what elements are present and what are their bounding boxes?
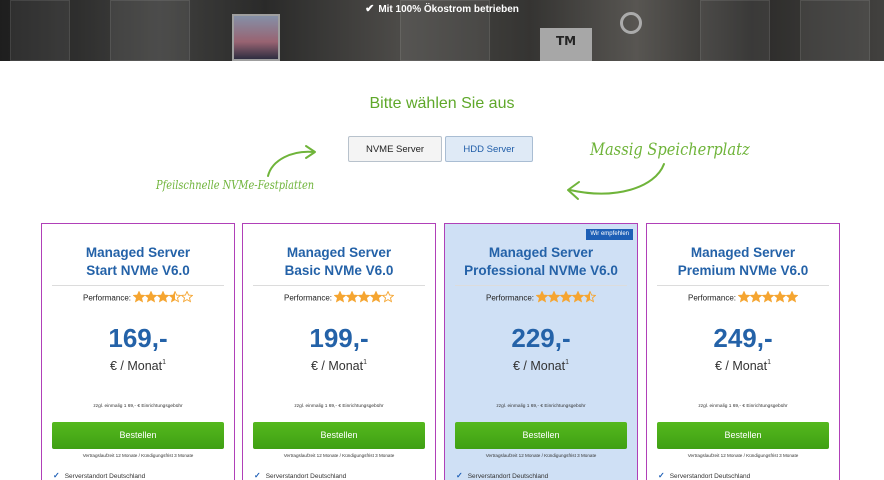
order-button[interactable]: Bestellen	[52, 422, 224, 449]
plan-title: Managed Server Start NVMe V6.0	[42, 244, 234, 280]
annotation-storage: Massig Speicherplatz	[590, 140, 750, 160]
setup-fee-note: zzgl. einmalig 1 69,- € Einrichtungsgebü…	[496, 404, 586, 409]
plan-price: 249,-	[713, 323, 773, 353]
divider	[455, 285, 627, 286]
performance-rating: Performance:	[647, 291, 839, 306]
star-icon	[584, 291, 597, 303]
plan-title-line1: Managed Server	[286, 245, 392, 260]
star-icon	[762, 291, 775, 303]
price-unit: € / Monat1	[714, 359, 772, 373]
star-icon	[169, 291, 182, 303]
star-icon	[560, 291, 573, 303]
divider	[52, 285, 224, 286]
plan-card-professional: Wir empfehlen Managed Server Professional …	[444, 223, 638, 480]
rating-stars	[536, 291, 597, 306]
star-icon	[548, 291, 561, 303]
check-icon: ✓	[254, 471, 261, 480]
plan-title-line1: Managed Server	[488, 245, 594, 260]
star-icon	[334, 291, 347, 303]
plan-price: 169,-	[108, 323, 168, 353]
setup-fee-note: zzgl. einmalig 1 69,- € Einrichtungsgebü…	[698, 404, 788, 409]
setup-fee-note: zzgl. einmalig 1 69,- € Einrichtungsgebü…	[294, 404, 384, 409]
performance-label: Performance:	[82, 293, 132, 303]
star-icon	[133, 291, 146, 303]
star-icon	[157, 291, 170, 303]
star-icon	[536, 291, 549, 303]
contract-terms: Vertragslaufzeit 12 Monate / Kündigungsf…	[82, 453, 194, 458]
star-icon	[774, 291, 787, 303]
check-icon: ✔	[365, 3, 375, 15]
order-button[interactable]: Bestellen	[455, 422, 627, 449]
divider	[657, 285, 829, 286]
order-button[interactable]: Bestellen	[253, 422, 425, 449]
star-icon	[358, 291, 371, 303]
contract-terms: Vertragslaufzeit 12 Monate / Kündigungsf…	[687, 453, 799, 458]
plan-card-basic: Managed Server Basic NVMe V6.0 Performance…	[242, 223, 436, 480]
divider	[253, 285, 425, 286]
star-icon	[382, 291, 395, 303]
performance-rating: Performance:	[42, 291, 234, 306]
plan-title-line2: Basic NVMe V6.0	[284, 263, 394, 278]
price-unit: € / Monat1	[512, 359, 570, 373]
star-icon	[738, 291, 751, 303]
performance-label: Performance:	[687, 293, 737, 303]
plan-title: Managed Server Professional NVMe V6.0	[445, 244, 637, 280]
order-button[interactable]: Bestellen	[657, 422, 829, 449]
recommended-badge: Wir empfehlen	[586, 229, 633, 240]
annotation-nvme: Pfeilschnelle NVMe-Festplatten	[156, 178, 315, 192]
plan-title-line2: Start NVMe V6.0	[86, 263, 190, 278]
performance-rating: Performance:	[445, 291, 637, 306]
plan-card-start: Managed Server Start NVMe V6.0 Performance…	[41, 223, 235, 480]
star-icon	[346, 291, 359, 303]
performance-label: Performance:	[283, 293, 333, 303]
footnote-marker: 1	[767, 359, 772, 366]
check-icon: ✓	[456, 471, 463, 480]
plan-title-line1: Managed Server	[85, 245, 191, 260]
selection-heading: Bitte wählen Sie aus	[369, 95, 515, 112]
footnote-marker: 1	[162, 359, 167, 366]
star-icon	[181, 291, 194, 303]
setup-fee-note: zzgl. einmalig 1 69,- € Einrichtungsgebü…	[93, 404, 183, 409]
curved-arrow-right-icon	[267, 145, 316, 177]
contract-terms: Vertragslaufzeit 12 Monate / Kündigungsf…	[283, 453, 395, 458]
plan-title: Managed Server Basic NVMe V6.0	[243, 244, 435, 280]
star-icon	[750, 291, 763, 303]
tab-nvme-server[interactable]: NVME Server	[348, 136, 442, 162]
star-icon	[786, 291, 799, 303]
star-icon	[145, 291, 158, 303]
feature-item: ✓ Serverstandort Deutschland	[456, 471, 549, 480]
footnote-marker: 1	[565, 359, 570, 366]
plan-price: 199,-	[309, 323, 369, 353]
feature-item: ✓ Serverstandort Deutschland	[658, 471, 751, 480]
check-icon: ✓	[658, 471, 665, 480]
star-icon	[370, 291, 383, 303]
plan-title-line1: Managed Server	[690, 245, 796, 260]
plan-title-line2: Premium NVMe V6.0	[677, 263, 809, 278]
plan-title: Managed Server Premium NVMe V6.0	[647, 244, 839, 280]
feature-item: ✓ Serverstandort Deutschland	[254, 471, 347, 480]
curved-arrow-left-icon	[567, 163, 665, 200]
tab-hdd-server[interactable]: HDD Server	[445, 136, 533, 162]
plan-title-line2: Professional NVMe V6.0	[464, 263, 618, 278]
price-unit: € / Monat1	[310, 359, 368, 373]
performance-rating: Performance:	[243, 291, 435, 306]
eco-power-notice: ✔ Mit 100% Ökostrom betrieben	[365, 3, 519, 15]
hero-banner: ✔Mit 100% Ökostrom betrieben	[0, 0, 884, 61]
rating-stars	[133, 291, 194, 306]
rating-stars	[334, 291, 395, 306]
rating-stars	[738, 291, 799, 306]
plan-card-premium: Managed Server Premium NVMe V6.0 Performan…	[646, 223, 840, 480]
contract-terms: Vertragslaufzeit 12 Monate / Kündigungsf…	[485, 453, 597, 458]
star-icon	[572, 291, 585, 303]
feature-item: ✓ Serverstandort Deutschland	[53, 471, 146, 480]
check-icon: ✓	[53, 471, 60, 480]
footnote-marker: 1	[363, 359, 368, 366]
plan-price: 229,-	[511, 323, 571, 353]
performance-label: Performance:	[485, 293, 535, 303]
price-unit: € / Monat1	[109, 359, 167, 373]
